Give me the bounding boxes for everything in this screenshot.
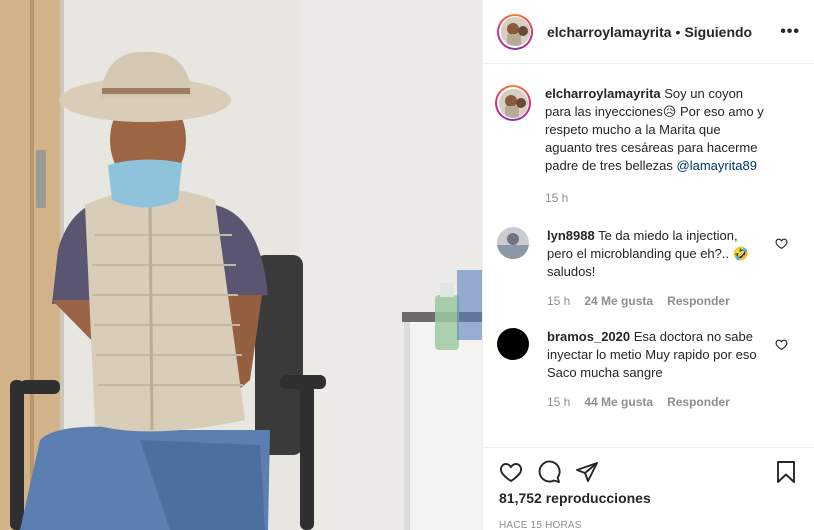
caption: elcharroylamayrita Soy un coyon para las… [495,85,800,205]
comment-text: lyn8988 Te da miedo la injection, pero e… [547,227,767,281]
bookmark-icon[interactable] [774,460,798,484]
post-side-panel: elcharroylamayrita • Siguiendo ••• elcha… [482,0,814,530]
view-count-number: 81,752 [499,490,542,506]
reply-button[interactable]: Responder [667,395,730,409]
post-footer: 81,752 reproducciones HACE 15 HORAS [483,447,814,530]
comment-item: bramos_2020 Esa doctora no sabe inyectar… [497,328,800,409]
comment-bubble-icon[interactable] [537,460,561,484]
commenter-avatar[interactable] [497,328,529,360]
more-options-icon[interactable]: ••• [780,23,800,41]
caption-author-avatar[interactable] [495,85,531,121]
comment-like-heart-icon[interactable] [775,237,788,250]
comment-time: 15 h [547,395,571,409]
caption-time: 15 h [545,191,569,205]
caption-text: elcharroylamayrita Soy un coyon para las… [545,85,765,175]
comment-username[interactable]: bramos_2020 [547,329,630,344]
author-avatar[interactable] [497,13,533,50]
post-header: elcharroylamayrita • Siguiendo ••• [483,0,814,64]
commenter-avatar[interactable] [497,227,529,259]
heart-icon[interactable] [499,460,523,484]
comment-likes[interactable]: 24 Me gusta [584,294,653,308]
comments-list: elcharroylamayrita Soy un coyon para las… [483,65,814,447]
comment-like-heart-icon[interactable] [775,338,788,351]
post-timestamp[interactable]: HACE 15 HORAS [499,520,798,530]
caption-username[interactable]: elcharroylamayrita [545,86,661,101]
post-video[interactable] [0,0,482,530]
view-count-label: reproducciones [545,490,651,506]
paper-plane-icon[interactable] [575,460,599,484]
author-username[interactable]: elcharroylamayrita [547,24,672,40]
comment-username[interactable]: lyn8988 [547,228,595,243]
comment-item: lyn8988 Te da miedo la injection, pero e… [497,227,800,308]
separator-dot: • [675,23,681,40]
comment-meta: 15 h 24 Me gusta Responder [547,294,767,308]
comment-likes[interactable]: 44 Me gusta [584,395,653,409]
action-bar [499,448,798,496]
reply-button[interactable]: Responder [667,294,730,308]
comment-time: 15 h [547,294,571,308]
following-button[interactable]: Siguiendo [684,24,752,40]
caption-mention[interactable]: @lamayrita89 [677,158,757,173]
comment-meta: 15 h 44 Me gusta Responder [547,395,767,409]
caption-meta: 15 h [545,191,765,205]
view-count[interactable]: 81,752 reproducciones [499,490,798,506]
comment-text: bramos_2020 Esa doctora no sabe inyectar… [547,328,767,382]
video-frame [0,0,482,530]
